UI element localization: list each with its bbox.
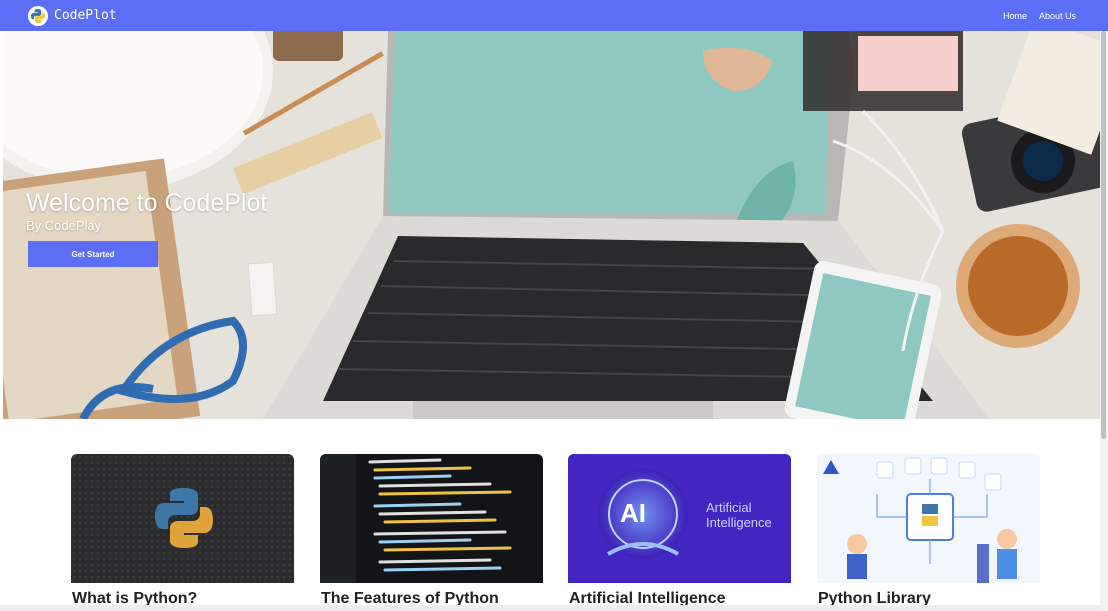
hero-title: Welcome to CodePlot (26, 189, 268, 217)
card-features-of-python[interactable]: The Features of Python (320, 454, 543, 611)
card-artificial-intelligence[interactable]: AI Artificial Intelligence Artificial In… (568, 454, 791, 611)
card-python-library[interactable]: Python Library (817, 454, 1040, 611)
get-started-button[interactable]: Get Started (28, 241, 158, 267)
brand-name: CodePlot (54, 8, 117, 23)
card-image-library (817, 454, 1040, 583)
page-scrollbar[interactable] (1100, 31, 1108, 611)
horizontal-scrollbar[interactable] (0, 605, 1100, 611)
card-image-python (71, 454, 294, 583)
hero-subtitle: By CodePlay (26, 218, 102, 233)
card-what-is-python[interactable]: What is Python? (71, 454, 294, 611)
scrollbar-thumb[interactable] (1101, 31, 1106, 439)
python-logo-icon (28, 5, 48, 26)
card-image-ai: AI Artificial Intelligence (568, 454, 791, 583)
ai-badge: AI (620, 498, 646, 528)
hero-text: Welcome to CodePlot By CodePlay (26, 188, 267, 233)
ai-image-text: Artificial Intelligence (706, 500, 772, 530)
nav-links: Home About Us (1003, 11, 1076, 21)
top-navbar: CodePlot Home About Us (0, 0, 1108, 31)
nav-link-about-us[interactable]: About Us (1039, 11, 1076, 21)
nav-link-home[interactable]: Home (1003, 11, 1027, 21)
hero-banner: Welcome to CodePlot By CodePlay Get Star… (3, 31, 1100, 419)
brand[interactable]: CodePlot (28, 5, 117, 26)
card-image-code (320, 454, 543, 583)
